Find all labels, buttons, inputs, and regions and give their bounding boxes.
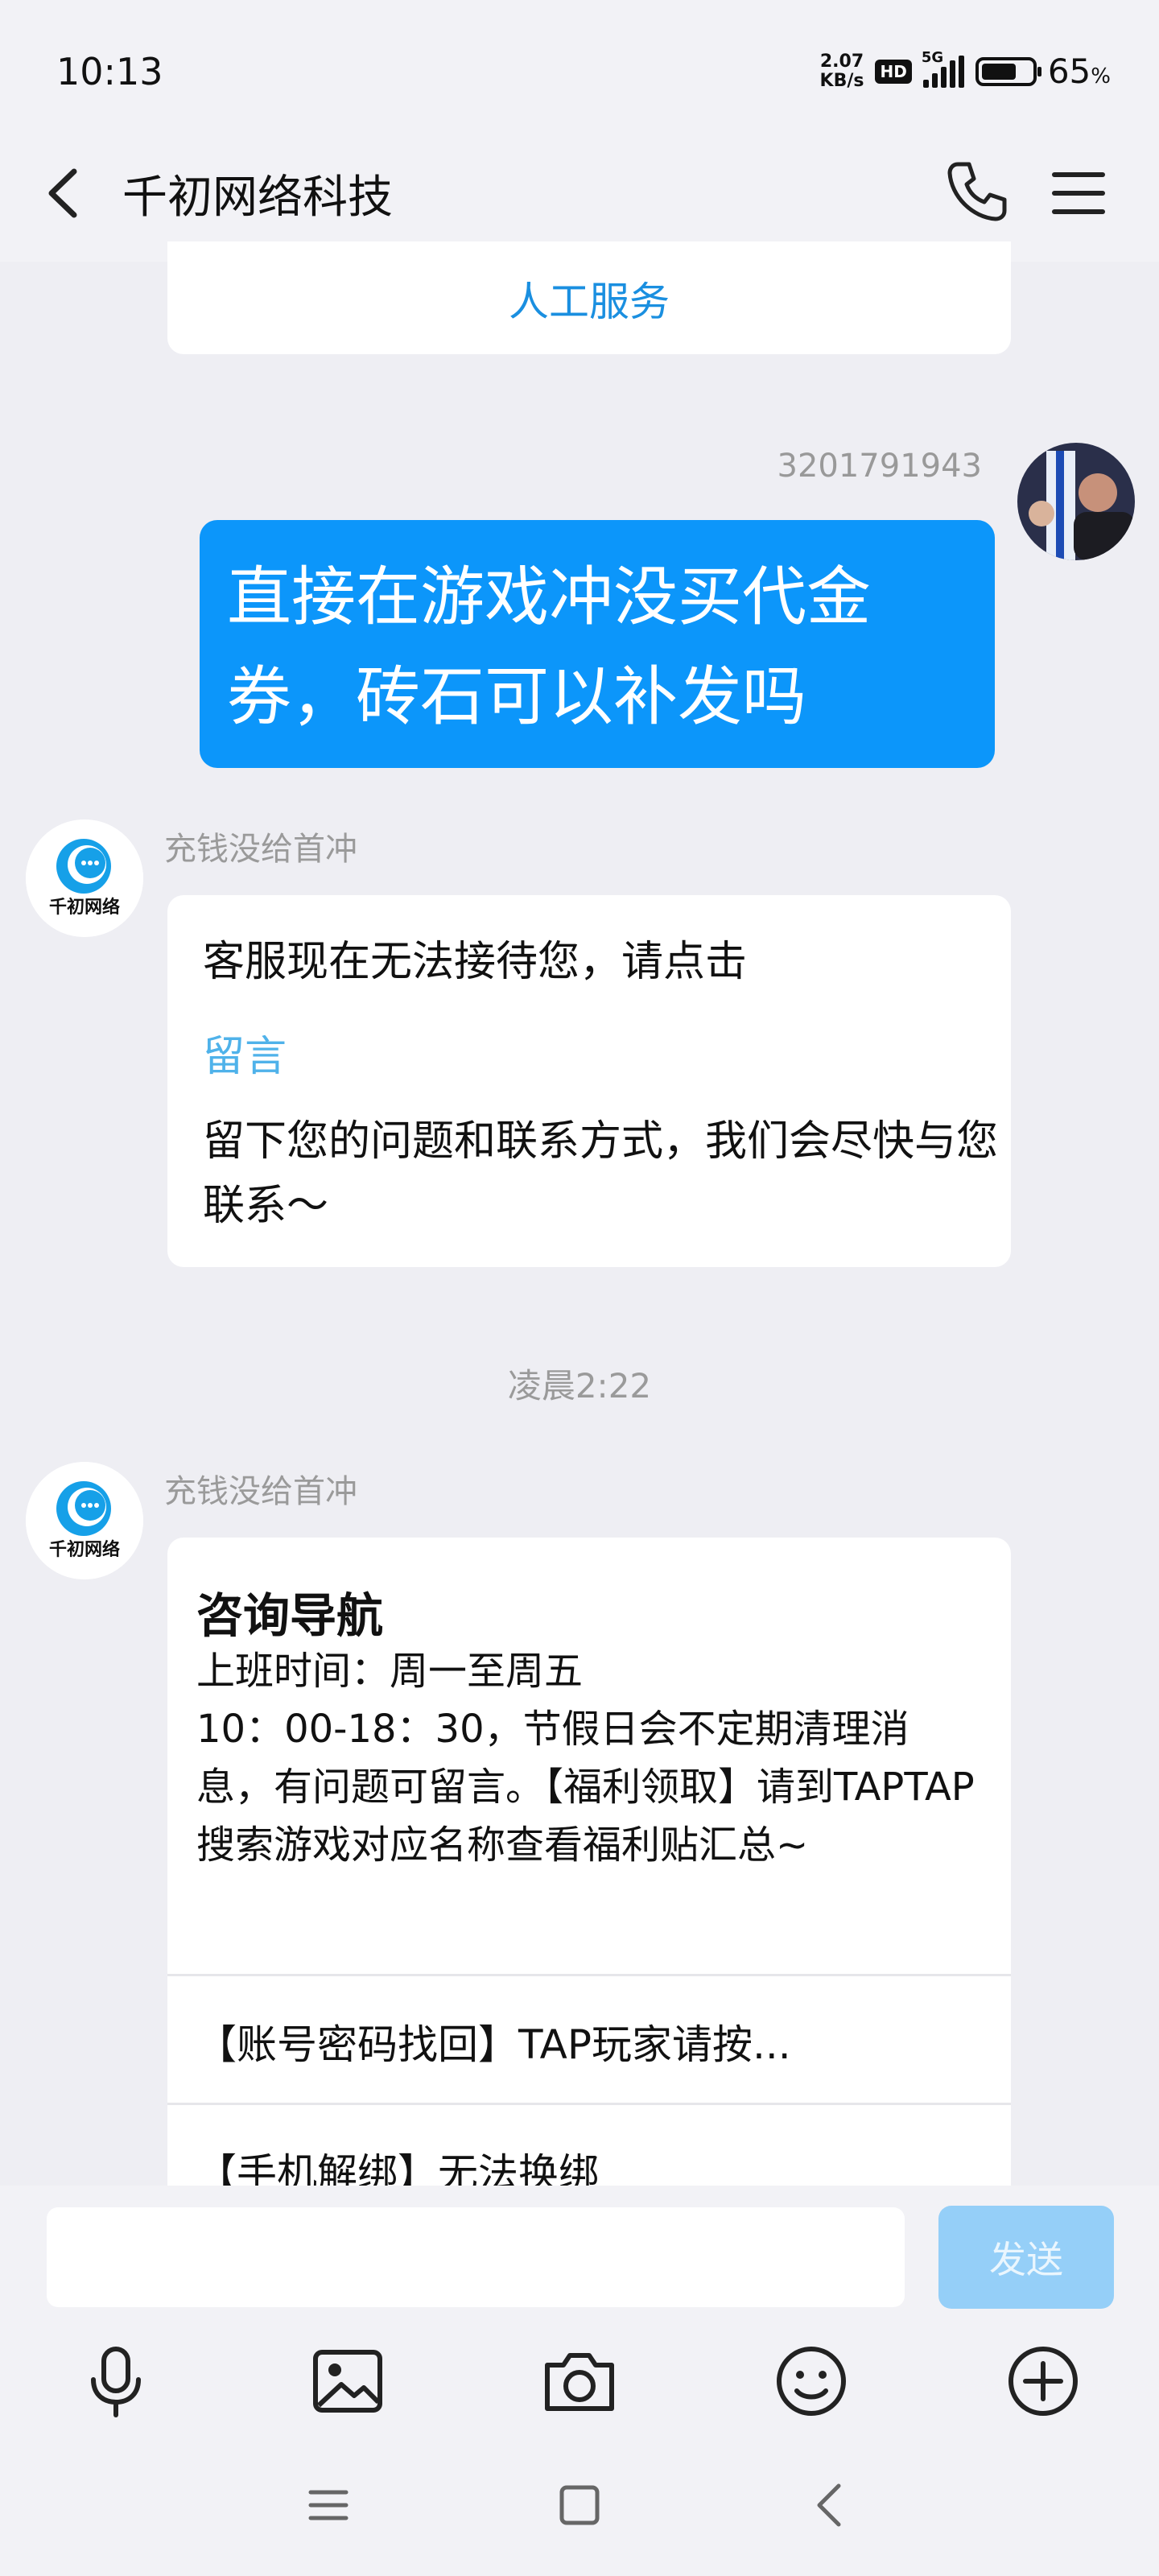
signal-icon: 5G — [922, 49, 964, 88]
working-hours: 上班时间：周一至周五 — [196, 1649, 584, 1694]
bot-message-line: 客服现在无法接待您，请点击 — [203, 938, 748, 986]
back-arrow-icon[interactable] — [40, 157, 89, 229]
divider — [167, 2103, 1011, 2105]
navigation-body: 上班时间：周一至周五 10：00-18：30，节假日会不定期清理消息，有问题可留… — [196, 1642, 985, 1874]
battery-icon — [975, 56, 1041, 86]
network-speed: 2.07 KB/s — [820, 52, 864, 91]
human-service-button[interactable]: 人工服务 — [167, 270, 1011, 328]
microphone-icon[interactable] — [76, 2341, 156, 2421]
send-button[interactable]: 发送 — [938, 2206, 1114, 2309]
back-nav-icon[interactable] — [798, 2473, 863, 2537]
leave-message-link[interactable]: 留言 — [203, 1022, 287, 1083]
network-speed-value: 2.07 — [819, 51, 864, 72]
sender-id: 3201791943 — [777, 448, 983, 485]
image-icon[interactable] — [307, 2341, 388, 2421]
bot-logo-text: 千初网络 — [49, 1539, 120, 1560]
status-time: 10:13 — [56, 50, 163, 93]
plus-circle-icon[interactable] — [1003, 2341, 1083, 2421]
my-message-text: 直接在游戏冲没买代金券，砖石可以补发吗 — [227, 559, 871, 734]
time-separator: 凌晨2:22 — [507, 1366, 652, 1406]
avatar[interactable] — [1017, 443, 1135, 560]
home-icon[interactable] — [547, 2473, 612, 2537]
phone-icon[interactable] — [943, 158, 1011, 225]
chat-title: 千初网络科技 — [122, 171, 393, 224]
bot-message-line: 留下您的问题和联系方式，我们会尽快与您联系～ — [203, 1117, 999, 1230]
navigation-title: 咨询导航 — [196, 1588, 384, 1643]
navigation-description: 10：00-18：30，节假日会不定期清理消息，有问题可留言。【福利领取】请到T… — [196, 1707, 975, 1868]
camera-icon[interactable] — [539, 2341, 620, 2421]
hd-badge: HD — [875, 59, 912, 84]
network-speed-unit: KB/s — [819, 70, 864, 91]
status-indicators: 2.07 KB/s HD 5G 65% — [820, 49, 1111, 92]
divider — [167, 1974, 1011, 1976]
battery-percent: 65% — [1047, 52, 1111, 91]
message-input[interactable] — [47, 2207, 905, 2307]
bot-name: 充钱没给首冲 — [164, 1473, 357, 1510]
bot-logo-text: 千初网络 — [49, 897, 120, 918]
bot-name: 充钱没给首冲 — [164, 831, 357, 868]
bot-avatar[interactable]: 千初网络 — [26, 1462, 143, 1579]
bot-avatar[interactable]: 千初网络 — [26, 819, 143, 937]
menu-icon[interactable] — [1046, 165, 1111, 221]
faq-item[interactable]: 【账号密码找回】TAP玩家请按... — [196, 2013, 791, 2070]
recent-apps-icon[interactable] — [296, 2473, 361, 2537]
emoji-icon[interactable] — [771, 2341, 852, 2421]
network-type: 5G — [921, 48, 944, 66]
